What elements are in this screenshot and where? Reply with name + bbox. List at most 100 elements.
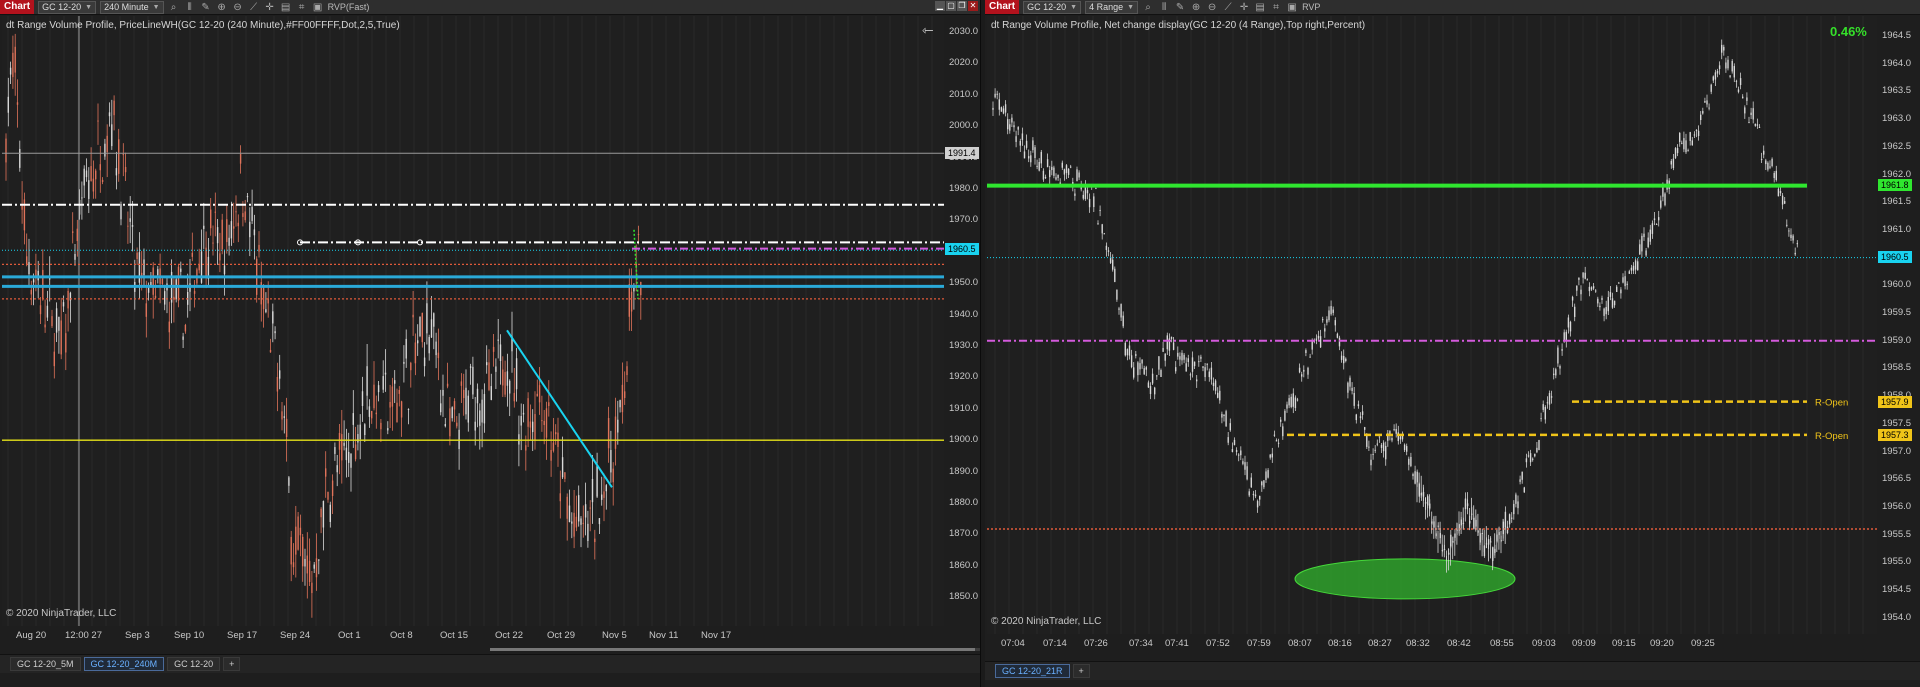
left-price-axis[interactable]: 2030.02020.02010.02000.01990.01980.01970… xyxy=(945,16,980,626)
back-arrow-icon[interactable]: ⇽ xyxy=(922,22,934,39)
close-icon[interactable]: ✕ xyxy=(968,1,978,11)
candle-body xyxy=(1481,532,1483,534)
tab-gc-5m[interactable]: GC 12-20_5M xyxy=(10,657,81,671)
line-tool-icon[interactable]: ⟋ xyxy=(1222,2,1234,13)
right-price-axis[interactable]: 1964.5 1964.0 1963.5 1963.0 1962.5 1962.0 1961… xyxy=(1878,16,1920,634)
candle-body xyxy=(1128,345,1131,356)
candle-body xyxy=(184,324,187,332)
instrument-selector[interactable]: GC 12-20 ▼ xyxy=(1023,0,1082,14)
search-icon[interactable]: ⌕ xyxy=(1142,2,1154,13)
candle-body xyxy=(1063,169,1066,175)
zoom-in-icon[interactable]: ⊕ xyxy=(1190,2,1202,13)
zoom-in-icon[interactable]: ⊕ xyxy=(216,2,228,13)
indicator-button[interactable]: RVP xyxy=(1302,2,1320,12)
candle-body xyxy=(1632,265,1635,271)
candle-body xyxy=(145,303,147,317)
candle-body xyxy=(1676,148,1679,154)
candle-body xyxy=(1307,367,1309,375)
candle-body xyxy=(1731,60,1733,72)
candle-body xyxy=(1647,237,1649,248)
chart-tag[interactable]: Chart xyxy=(0,0,35,14)
snapshot-icon[interactable]: ▣ xyxy=(312,2,324,13)
candle-body xyxy=(1639,244,1641,255)
properties-icon[interactable]: ▤ xyxy=(280,2,292,13)
right-time-axis[interactable]: 07:04 07:14 07:26 07:34 07:41 07:52 07:59 08:07… xyxy=(987,636,1877,652)
interval-selector[interactable]: 240 Minute ▼ xyxy=(100,0,164,14)
bar-style-icon[interactable]: ⫴ xyxy=(1158,2,1170,13)
candle-body xyxy=(1385,445,1387,460)
candle-body xyxy=(1718,65,1721,70)
strategy-icon[interactable]: ⌗ xyxy=(296,2,308,13)
candle-body xyxy=(382,376,384,390)
restore-icon[interactable]: ❐ xyxy=(957,1,967,11)
candle-body xyxy=(410,362,412,371)
left-time-axis[interactable]: Aug 20 12:00 27 Sep 3 Sep 10 Sep 17 Sep 24 Oct… xyxy=(2,628,944,644)
draw-tool-icon[interactable]: ✎ xyxy=(1174,2,1186,13)
candle-body xyxy=(1532,458,1534,460)
time-tick-label: 09:09 xyxy=(1572,638,1596,649)
left-price-plot[interactable]: dt Range Volume Profile, PriceLineWH(GC … xyxy=(2,16,944,626)
candle-body xyxy=(1319,336,1322,348)
draw-tool-icon[interactable]: ✎ xyxy=(200,2,212,13)
zoom-out-icon[interactable]: ⊖ xyxy=(232,2,244,13)
minimize-icon[interactable]: ▁ xyxy=(935,1,945,11)
candle-body xyxy=(1139,363,1141,370)
candle-body xyxy=(272,311,274,324)
candle-body xyxy=(53,351,55,367)
candle-body xyxy=(624,391,626,398)
candle-body xyxy=(1637,261,1639,271)
add-tab-icon[interactable]: + xyxy=(223,657,241,671)
candle-body xyxy=(525,445,527,451)
zoom-out-icon[interactable]: ⊖ xyxy=(1206,2,1218,13)
candle-body xyxy=(1733,66,1735,78)
candle-body xyxy=(419,316,421,337)
search-icon[interactable]: ⌕ xyxy=(168,2,180,13)
crosshair-icon[interactable]: ✛ xyxy=(1238,2,1250,13)
price-tick-label: 1955.5 xyxy=(1882,528,1912,540)
tab-gc-21r[interactable]: GC 12-20_21R xyxy=(995,664,1070,678)
right-price-plot[interactable]: R-Open R-Open dt Range Volume Profile, Ne… xyxy=(987,16,1877,634)
properties-icon[interactable]: ▤ xyxy=(1254,2,1266,13)
candle-body xyxy=(205,247,207,278)
candle-body xyxy=(426,303,428,334)
line-tool-icon[interactable]: ⟋ xyxy=(248,2,260,13)
scrollbar-thumb[interactable] xyxy=(490,648,975,651)
snapshot-icon[interactable]: ▣ xyxy=(1286,2,1298,13)
candle-body xyxy=(407,409,410,411)
candle-body xyxy=(343,442,345,446)
interval-selector[interactable]: 4 Range ▼ xyxy=(1085,0,1139,14)
candle-body xyxy=(1695,129,1698,131)
candle-body xyxy=(559,493,561,502)
candle-body xyxy=(1286,404,1288,409)
tab-gc-240m[interactable]: GC 12-20_240M xyxy=(83,657,165,671)
candle-body xyxy=(292,562,295,568)
horizontal-scrollbar[interactable] xyxy=(490,648,980,651)
candle-body xyxy=(1754,123,1756,126)
r-open-price-tag: 1957.9 xyxy=(1878,396,1912,408)
candle-body xyxy=(1101,224,1103,234)
candle-body xyxy=(1196,379,1198,382)
strategy-icon[interactable]: ⌗ xyxy=(1270,2,1282,13)
price-tick-label: 1961.5 xyxy=(1882,196,1912,208)
time-tick-label: Aug 20 xyxy=(16,630,47,641)
candle-body xyxy=(1175,367,1177,372)
candle-body xyxy=(1212,382,1215,387)
chart-tag[interactable]: Chart xyxy=(985,0,1020,14)
candle-body xyxy=(180,268,182,272)
candle-body xyxy=(1376,443,1378,445)
time-tick-label: Sep 24 xyxy=(280,630,311,641)
candle-body xyxy=(1527,455,1530,457)
instrument-selector[interactable]: GC 12-20 ▼ xyxy=(38,0,97,14)
candle-body xyxy=(1557,347,1559,364)
crosshair-icon[interactable]: ✛ xyxy=(264,2,276,13)
add-tab-icon[interactable]: + xyxy=(1072,664,1090,678)
bar-style-icon[interactable]: ⫴ xyxy=(184,2,196,13)
indicator-button[interactable]: RVP(Fast) xyxy=(328,2,370,12)
price-tick-label: 1963.0 xyxy=(1882,113,1912,125)
candle-body xyxy=(1198,361,1200,363)
candle-body xyxy=(444,424,446,427)
tab-gc[interactable]: GC 12-20 xyxy=(167,657,221,671)
candle-body xyxy=(607,418,610,449)
maximize-icon[interactable]: ▢ xyxy=(946,1,956,11)
candle-body xyxy=(262,284,265,310)
